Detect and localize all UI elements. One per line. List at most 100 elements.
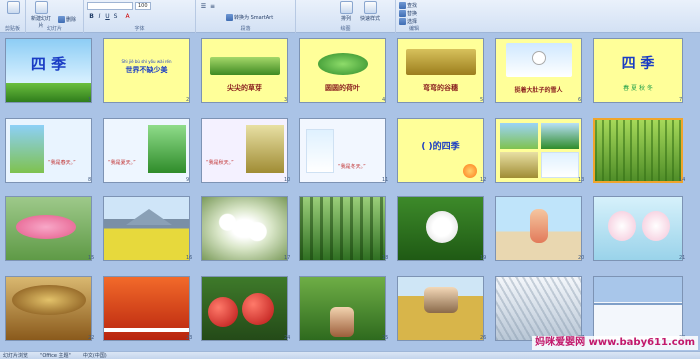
slide-number: 25 (382, 335, 389, 341)
site-watermark: 妈咪爱婴网 www.baby611.com (532, 336, 698, 350)
slide-subtitle: 春 夏 秋 冬 (623, 85, 653, 92)
slide-thumbnail[interactable]: 四 季 春 夏 秋 冬 (593, 38, 683, 103)
slide-thumbnail[interactable] (201, 276, 288, 341)
slide-number: 12 (480, 177, 487, 183)
slide-quote: “我是冬天。” (338, 164, 366, 170)
slide-number: 26 (480, 335, 487, 341)
slide-number: 16 (186, 255, 193, 261)
arrange-label: 排列 (340, 16, 351, 22)
select-icon (399, 18, 406, 25)
slide-thumbnail[interactable] (299, 276, 386, 341)
dandelion-image (426, 211, 458, 243)
slide-thumbnail[interactable]: 尖尖的草芽 (201, 38, 288, 103)
slide-number: 18 (382, 255, 389, 261)
farmers-image (424, 287, 458, 313)
strike-button[interactable]: S (112, 13, 119, 20)
peach-blossom-image (16, 215, 76, 239)
orchard-people-image (330, 307, 354, 337)
slide-thumbnail[interactable]: 弯弯的谷穗 (397, 38, 484, 103)
italic-button[interactable]: I (96, 13, 103, 20)
paragraph-group: ☰ ≡ 转换为 SmartArt 段落 (196, 0, 296, 33)
slide-thumbnail[interactable] (593, 276, 683, 341)
numbering-icon[interactable]: ≡ (209, 3, 216, 10)
font-color-button[interactable]: A (124, 13, 131, 20)
replace-button[interactable]: 替换 (399, 10, 417, 17)
find-button[interactable]: 查找 (399, 2, 417, 9)
slide-thumbnail[interactable] (201, 196, 288, 261)
slide-number: 2 (186, 97, 190, 103)
slide-title: 挺着大肚子的雪人 (514, 87, 563, 94)
pear-blossom-image (202, 197, 287, 260)
slide-number: 8 (88, 177, 92, 183)
slide-thumbnail[interactable]: Shì jiè bù shì yǒu wài rén 世界不缺少美 (103, 38, 190, 103)
slide-number: 9 (186, 177, 190, 183)
slide-number: 5 (480, 97, 484, 103)
find-label: 查找 (407, 3, 418, 9)
underline-button[interactable]: U (104, 13, 111, 20)
font-group: 100 B I U S A 字体 (84, 0, 196, 33)
slide-number: 15 (88, 255, 95, 261)
slide-thumbnail[interactable] (103, 276, 190, 341)
slide-thumbnail[interactable] (5, 196, 92, 261)
arrange-button[interactable]: 排列 (336, 1, 356, 22)
bullets-icon[interactable]: ☰ (200, 3, 207, 10)
slide-thumbnail[interactable] (299, 196, 386, 261)
slide-number: 7 (679, 97, 683, 103)
slide-title: 圆圆的荷叶 (325, 84, 360, 92)
paste-button[interactable] (3, 1, 23, 15)
slide-thumbnail[interactable]: 四 季 (5, 38, 92, 103)
autumn-tree-image (12, 285, 86, 315)
slide-thumbnail[interactable] (397, 276, 484, 341)
convert-smartart-button[interactable]: 转换为 SmartArt (226, 14, 273, 21)
slide-thumbnail[interactable]: ( )的四季 (397, 118, 484, 183)
slide-thumbnail-selected[interactable] (593, 118, 683, 183)
ribbon: 剪贴板 新建幻灯片 删除 幻灯片 100 B I U S A 字体 ☰ ≡ 转换… (0, 0, 700, 33)
slide-thumbnail[interactable] (495, 276, 582, 341)
slide-thumbnail[interactable]: “我是冬天。” (299, 118, 386, 183)
winter-image (306, 129, 334, 173)
slide-thumbnail[interactable]: 圆圆的荷叶 (299, 38, 386, 103)
fence-image (104, 328, 189, 332)
font-name-box[interactable] (87, 2, 133, 10)
slide-number: 20 (578, 255, 585, 261)
summer-image (148, 125, 186, 173)
view-mode-label: 幻灯片浏览 (3, 353, 29, 359)
slide-thumbnail[interactable] (495, 196, 582, 261)
replace-icon (399, 10, 406, 17)
slide-thumbnail[interactable]: “我是春天。” (5, 118, 92, 183)
slide-number: 23 (186, 335, 193, 341)
slide-thumbnail[interactable] (495, 118, 582, 183)
season-image-4 (541, 152, 579, 178)
smartart-icon (226, 14, 233, 21)
slide-title: 弯弯的谷穗 (423, 84, 458, 92)
mountain-image (126, 209, 172, 225)
season-image-2 (541, 123, 579, 149)
slide-thumbnail[interactable] (593, 196, 683, 261)
spring-image (10, 125, 44, 173)
slide-thumbnail[interactable] (103, 196, 190, 261)
autumn-image (246, 125, 284, 173)
delete-button[interactable]: 删除 (58, 16, 76, 23)
slide-title: 尖尖的草芽 (227, 84, 262, 92)
select-label: 选择 (407, 19, 418, 25)
grass-sprout-image (210, 57, 280, 75)
cartoon-icon (463, 164, 477, 178)
quick-styles-label: 快速样式 (360, 16, 381, 22)
drawing-group: 排列 快速样式 绘图 (296, 0, 396, 33)
slide-thumbnail[interactable]: 挺着大肚子的雪人 (495, 38, 582, 103)
forest-image (300, 197, 385, 260)
slide-quote: “我是夏天。” (108, 160, 136, 166)
slide-thumbnail[interactable] (397, 196, 484, 261)
quick-styles-button[interactable]: 快速样式 (360, 1, 380, 22)
font-size-box[interactable]: 100 (135, 2, 151, 10)
select-button[interactable]: 选择 (399, 18, 417, 25)
slide-title: 世界不缺少美 (125, 66, 168, 74)
frost-tree-image (496, 277, 581, 340)
bold-button[interactable]: B (88, 13, 95, 20)
slide-thumbnail[interactable] (5, 276, 92, 341)
slide-thumbnail[interactable]: “我是秋天。” (201, 118, 288, 183)
slide-number: 14 (679, 177, 686, 183)
rice-ear-image (406, 49, 476, 75)
font-group-label: 字体 (134, 26, 145, 32)
slide-thumbnail[interactable]: “我是夏天。” (103, 118, 190, 183)
